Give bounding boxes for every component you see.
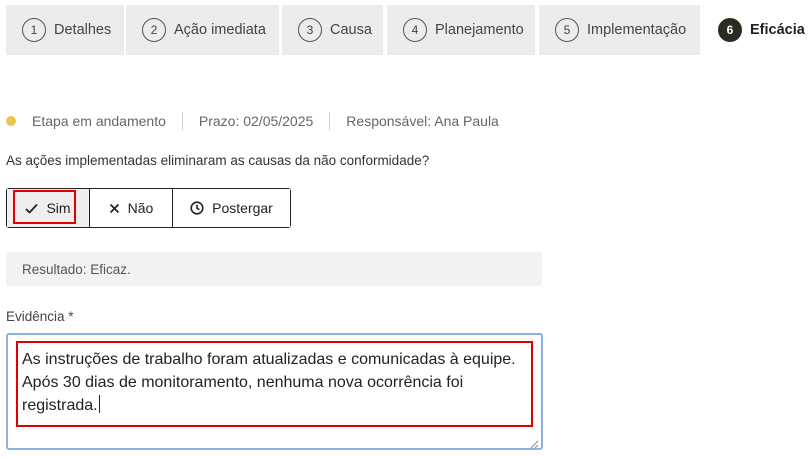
evidence-value: As instruções de trabalho foram atualiza… [22, 351, 516, 414]
x-icon [109, 203, 120, 214]
evidence-textarea[interactable]: As instruções de trabalho foram atualiza… [6, 333, 543, 450]
tab-label: Eficácia [750, 22, 805, 38]
tab-implementacao[interactable]: 5 Implementação [539, 5, 700, 55]
deadline: Prazo: 02/05/2025 [198, 113, 314, 129]
clock-icon [190, 201, 204, 215]
text-caret [98, 395, 100, 413]
tab-acao-imediata[interactable]: 2 Ação imediata [126, 5, 279, 55]
tab-label: Planejamento [435, 22, 524, 38]
owner: Responsável: Ana Paula [346, 113, 499, 129]
step-number: 2 [142, 18, 166, 42]
status-bar: Etapa em andamento Prazo: 02/05/2025 Res… [6, 112, 499, 130]
tab-label: Ação imediata [174, 22, 266, 38]
tab-planejamento[interactable]: 4 Planejamento [387, 5, 535, 55]
yes-label: Sim [46, 200, 71, 216]
tab-eficacia[interactable]: 6 Eficácia [702, 5, 811, 55]
divider [181, 112, 183, 130]
step-number: 6 [718, 18, 742, 42]
effectiveness-question: As ações implementadas eliminaram as cau… [6, 153, 430, 168]
tab-causa[interactable]: 3 Causa [282, 5, 383, 55]
step-number: 4 [403, 18, 427, 42]
postpone-label: Postergar [212, 200, 273, 216]
check-icon [25, 203, 39, 214]
step-number: 1 [22, 18, 46, 42]
step-tabs: 1 Detalhes 2 Ação imediata 3 Causa 4 Pla… [0, 0, 811, 60]
evidence-label: Evidência * [6, 309, 74, 324]
postpone-button[interactable]: Postergar [172, 189, 290, 227]
evidence-text[interactable]: As instruções de trabalho foram atualiza… [22, 348, 522, 417]
answer-button-group: Sim Não Postergar [6, 188, 291, 228]
step-number: 5 [555, 18, 579, 42]
resize-handle-icon[interactable] [529, 436, 539, 449]
tab-label: Implementação [587, 22, 687, 38]
yes-button[interactable]: Sim [7, 189, 89, 227]
result-box: Resultado: Eficaz. [6, 252, 542, 286]
tab-detalhes[interactable]: 1 Detalhes [6, 5, 124, 55]
no-label: Não [127, 200, 154, 216]
tab-label: Detalhes [54, 22, 112, 38]
tab-label: Causa [330, 22, 372, 38]
divider [329, 112, 331, 130]
no-button[interactable]: Não [89, 189, 172, 227]
stage-status: Etapa em andamento [32, 113, 166, 129]
step-number: 3 [298, 18, 322, 42]
status-dot-icon [6, 116, 16, 126]
